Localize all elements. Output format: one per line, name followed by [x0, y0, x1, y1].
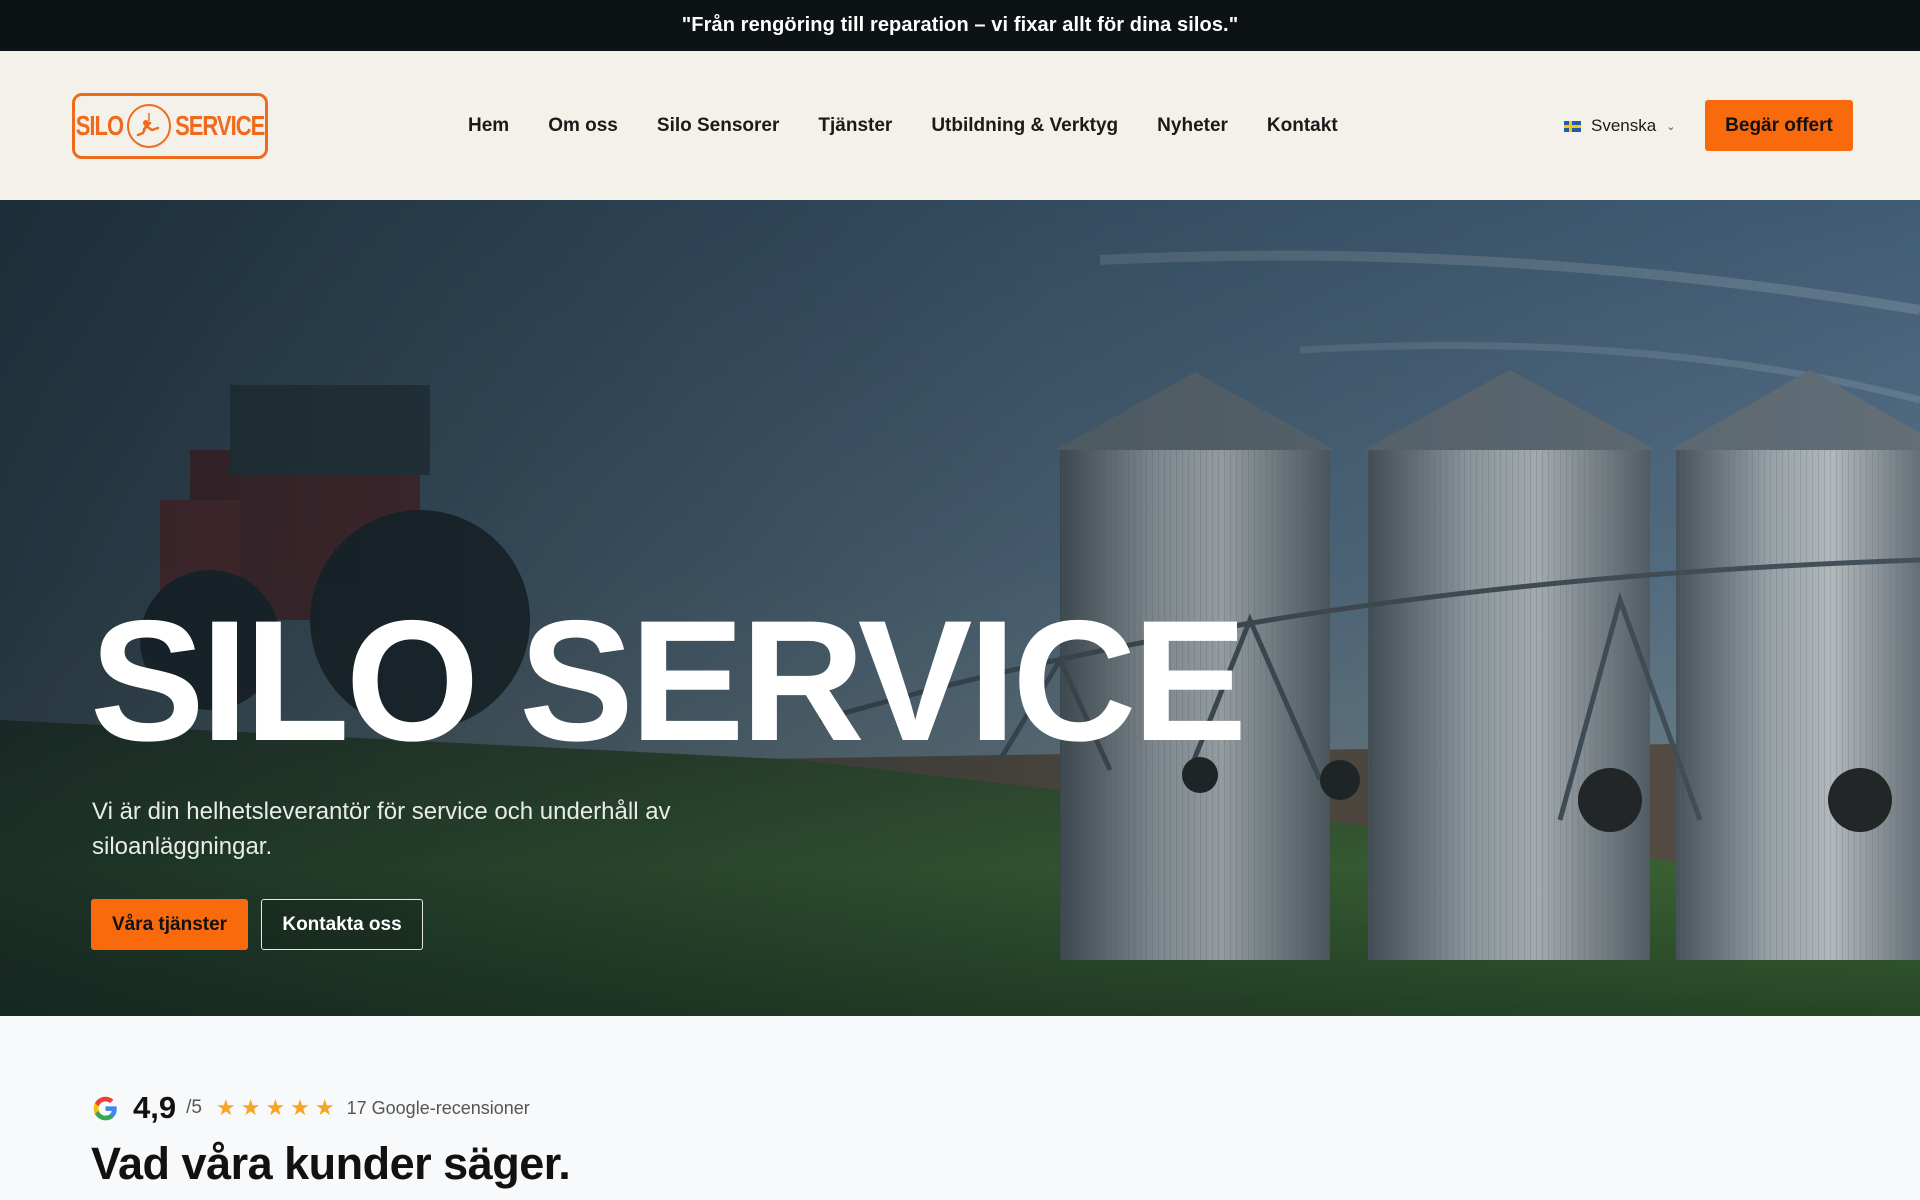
rating-stars: ★ ★ ★ ★ ★: [216, 1097, 335, 1119]
language-selector[interactable]: Svenska ⌄: [1564, 114, 1675, 138]
review-count: 17 Google-recensioner: [346, 1097, 530, 1118]
hero-title: SILO SERVICE: [90, 585, 1247, 777]
site-header: SILO SERVICE Hem Om oss Silo Sensorer Tj…: [0, 51, 1920, 200]
nav-item-hem[interactable]: Hem: [468, 115, 509, 137]
nav-item-utbildning[interactable]: Utbildning & Verktyg: [931, 115, 1118, 137]
site-logo[interactable]: SILO SERVICE: [72, 93, 268, 159]
rating-score: 4,9: [133, 1090, 177, 1125]
nav-item-tjanster[interactable]: Tjänster: [818, 115, 892, 137]
reviews-section: 4,9 /5 ★ ★ ★ ★ ★ 17 Google-recensioner V…: [0, 1016, 1920, 1200]
hero-section: SILO SERVICE Vi är din helhetsleverantör…: [0, 200, 1920, 1016]
star-icon: ★: [215, 1095, 236, 1120]
language-label: Svenska: [1591, 116, 1657, 135]
logo-word-left: SILO: [75, 109, 124, 141]
nav-item-kontakt[interactable]: Kontakt: [1267, 115, 1338, 137]
announcement-bar: "Från rengöring till reparation – vi fix…: [0, 0, 1920, 51]
star-icon: ★: [240, 1095, 261, 1120]
logo-word-right: SERVICE: [175, 109, 265, 141]
star-icon: ★: [265, 1095, 286, 1120]
main-nav: Hem Om oss Silo Sensorer Tjänster Utbild…: [468, 51, 1377, 200]
swedish-flag-icon: [1564, 120, 1581, 132]
chevron-down-icon: ⌄: [1666, 120, 1676, 133]
announcement-text: "Från rengöring till reparation – vi fix…: [681, 14, 1239, 36]
nav-item-silo-sensorer[interactable]: Silo Sensorer: [657, 115, 780, 137]
climber-icon: [127, 104, 172, 148]
hero-subtitle: Vi är din helhetsleverantör för service …: [92, 798, 671, 860]
google-icon: [93, 1096, 117, 1120]
reviews-heading: Vad våra kunder säger.: [91, 1138, 571, 1189]
star-icon: ★: [314, 1095, 335, 1120]
rating-max: /5: [186, 1097, 202, 1118]
nav-item-nyheter[interactable]: Nyheter: [1157, 115, 1228, 137]
contact-us-button[interactable]: Kontakta oss: [261, 899, 423, 950]
our-services-button[interactable]: Våra tjänster: [91, 899, 248, 950]
star-icon: ★: [290, 1095, 310, 1120]
nav-item-om-oss[interactable]: Om oss: [548, 115, 618, 137]
google-rating[interactable]: 4,9 /5 ★ ★ ★ ★ ★ 17 Google-recensioner: [92, 1088, 530, 1128]
request-quote-button[interactable]: Begär offert: [1705, 100, 1853, 151]
